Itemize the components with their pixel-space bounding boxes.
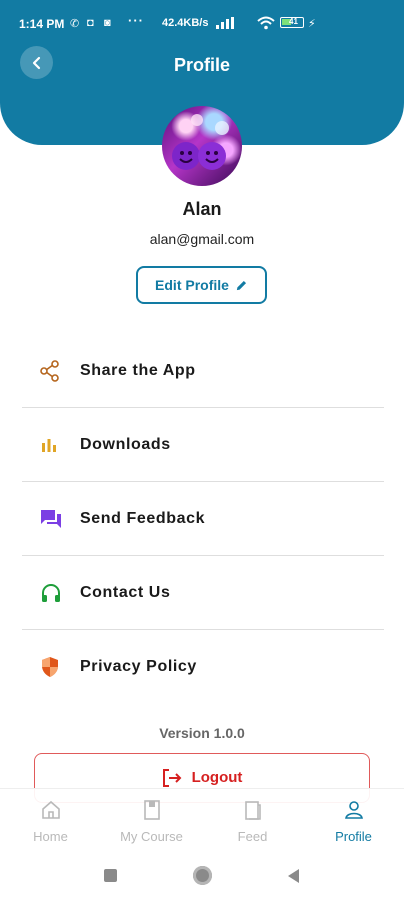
headphones-icon	[22, 582, 80, 604]
status-time: 1:14 PM	[19, 17, 65, 31]
menu-item-label: Contact Us	[80, 583, 171, 601]
battery-level: 41	[289, 17, 298, 26]
menu-item-label: Share the App	[80, 361, 196, 379]
share-icon	[22, 359, 80, 382]
nav-label: Home	[33, 829, 68, 844]
edit-profile-button[interactable]: Edit Profile	[136, 266, 267, 304]
charging-icon: ⚡	[308, 18, 316, 30]
wifi-icon	[257, 16, 275, 30]
menu-item-label: Privacy Policy	[80, 658, 197, 675]
menu-item-downloads[interactable]: Downloads	[22, 408, 384, 482]
menu-item-privacy-policy[interactable]: Privacy Policy	[22, 630, 384, 704]
nav-home[interactable]: Home	[0, 789, 101, 855]
menu-item-label: Send Feedback	[80, 509, 206, 527]
nav-profile[interactable]: Profile	[303, 789, 404, 855]
instagram-icon: ◘	[87, 17, 94, 29]
app-version: Version 1.0.0	[159, 725, 245, 741]
menu-item-contact-us[interactable]: Contact Us	[22, 556, 384, 630]
nav-my-course[interactable]: My Course	[101, 789, 202, 855]
menu-item-send-feedback[interactable]: Send Feedback	[22, 482, 384, 556]
signal-icon	[216, 17, 234, 29]
person-icon	[344, 801, 363, 819]
shield-icon	[22, 656, 80, 678]
profile-menu: Share the App Downloads Send Feedback Co…	[22, 334, 384, 704]
feedback-icon	[22, 509, 80, 529]
edit-profile-label: Edit Profile	[155, 277, 229, 293]
menu-item-share-app[interactable]: Share the App	[22, 334, 384, 408]
nav-label: Profile	[335, 829, 372, 844]
home-icon	[41, 800, 60, 819]
more-notifications-icon: ···	[128, 13, 144, 28]
menu-item-label: Downloads	[80, 435, 171, 453]
profile-email: alan@gmail.com	[149, 231, 255, 247]
logout-icon	[162, 769, 182, 787]
bar-chart-icon	[22, 437, 80, 453]
avatar[interactable]	[162, 106, 242, 186]
nav-label: My Course	[120, 829, 183, 844]
back-system-button[interactable]	[286, 868, 300, 884]
whatsapp-icon: ✆	[70, 18, 80, 30]
home-system-button[interactable]	[193, 866, 212, 885]
logout-label: Logout	[191, 769, 243, 786]
battery-icon: 41	[280, 17, 304, 28]
recents-button[interactable]	[104, 869, 117, 882]
system-navigation-bar	[0, 854, 404, 900]
nav-label: Feed	[237, 829, 268, 844]
page-title: Profile	[173, 55, 230, 75]
feed-icon	[244, 801, 261, 820]
nav-feed[interactable]: Feed	[202, 789, 303, 855]
status-bar: 1:14 PM ✆ ◘ ◙ ··· 42.4KB/s 41 ⚡	[0, 0, 404, 46]
profile-name: Alan	[182, 199, 222, 219]
book-icon	[143, 800, 160, 820]
pencil-icon	[236, 280, 247, 290]
network-speed: 42.4KB/s	[162, 17, 209, 29]
bottom-navigation: Home My Course Feed Profile	[0, 788, 404, 855]
app-notification-icon: ◙	[104, 17, 111, 29]
